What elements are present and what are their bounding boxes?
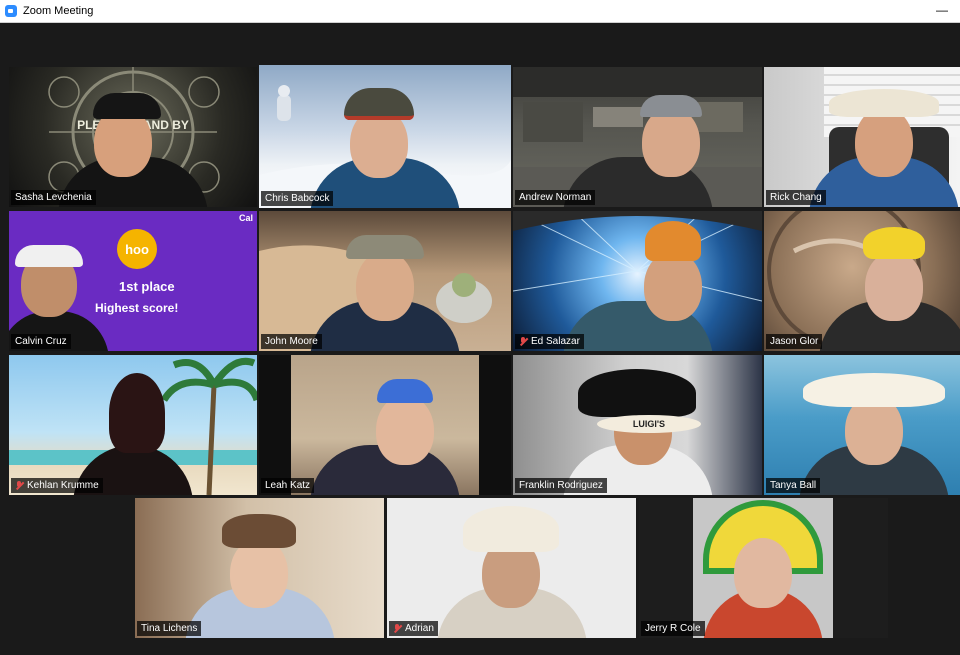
person-face (734, 538, 792, 608)
participant-name-tag: Ed Salazar (515, 334, 584, 349)
person-face (376, 395, 434, 465)
video-tile-andrew-norman[interactable]: Andrew Norman (513, 67, 762, 207)
overlay-corner-text: Cal (238, 213, 253, 223)
window-titlebar: Zoom Meeting — (0, 0, 960, 23)
video-tile-john-moore[interactable]: John Moore (259, 211, 511, 351)
video-tile-kehlan-krumme[interactable]: Kehlan Krumme (9, 355, 257, 495)
person-face (642, 107, 700, 177)
pikachu-hat (863, 227, 925, 259)
participant-name-tag: Kehlan Krumme (11, 478, 103, 493)
tall-black-hat (578, 369, 696, 417)
person-face (356, 251, 414, 321)
participant-name-tag: Franklin Rodriguez (515, 478, 607, 493)
muted-mic-icon (15, 481, 23, 490)
video-tile-leah-katz[interactable]: Leah Katz (259, 355, 511, 495)
participant-name-tag: Rick Chang (766, 190, 826, 205)
cap-with-headset (640, 95, 702, 117)
person-face (865, 251, 923, 321)
hat-brim-text: LUIGI'S (597, 415, 701, 433)
participant-name-tag: Tanya Ball (766, 478, 821, 493)
bucket-hat (346, 235, 424, 259)
video-tile-ed-salazar[interactable]: Ed Salazar (513, 211, 762, 351)
participant-name-tag: Calvin Cruz (11, 334, 71, 349)
white-cap (15, 245, 83, 267)
mitre-hat (645, 221, 701, 261)
video-tile-jerry-r-cole[interactable]: Jerry R Cole (639, 498, 888, 638)
participant-name-tag: Andrew Norman (515, 190, 596, 205)
alpine-hat (344, 88, 414, 120)
video-tile-calvin-cruz[interactable]: hoo 1st place Highest score! Cal Calvin … (9, 211, 257, 351)
place-text: 1st place (119, 279, 175, 294)
participant-name-tag: Tina Lichens (137, 621, 202, 636)
participant-name-tag: Jerry R Cole (641, 621, 705, 636)
hoo-medal: hoo (117, 229, 157, 269)
person-face (230, 538, 288, 608)
score-text: Highest score! (95, 301, 179, 315)
cowboy-hat (829, 89, 939, 117)
video-tile-rick-chang[interactable]: Rick Chang (764, 67, 960, 207)
window-title: Zoom Meeting (23, 5, 94, 17)
person-face (855, 107, 913, 177)
black-hat (93, 93, 161, 119)
participant-name-tag: Adrian (389, 621, 438, 636)
video-tile-jason-glor[interactable]: Jason Glor (764, 211, 960, 351)
white-kalpak-hat (463, 506, 559, 552)
participant-name-tag: Leah Katz (261, 478, 315, 493)
sun-hat (803, 373, 945, 407)
hooded-figure (109, 373, 165, 453)
participant-name-tag: Chris Babcock (261, 191, 334, 206)
zoom-app-icon (5, 5, 17, 17)
blue-cap (377, 379, 433, 403)
participant-name-tag: Jason Glor (766, 334, 823, 349)
participant-name-tag: Sasha Levchenia (11, 190, 96, 205)
video-tile-franklin-rodriguez[interactable]: LUIGI'S Franklin Rodriguez (513, 355, 762, 495)
video-tile-sasha-levchenia[interactable]: PLEASE STAND BY Sasha Levchenia (9, 67, 257, 207)
video-tile-tina-lichens[interactable]: Tina Lichens (135, 498, 384, 638)
person-face (644, 251, 702, 321)
muted-mic-icon (519, 337, 527, 346)
muted-mic-icon (393, 624, 401, 633)
video-tile-tanya-ball[interactable]: Tanya Ball (764, 355, 960, 495)
video-tile-adrian[interactable]: Adrian (387, 498, 636, 638)
participant-name-tag: John Moore (261, 334, 322, 349)
cloche-hat (222, 514, 296, 548)
minimize-button[interactable]: — (936, 4, 948, 16)
video-tile-chris-babcock[interactable]: Chris Babcock (259, 65, 511, 208)
